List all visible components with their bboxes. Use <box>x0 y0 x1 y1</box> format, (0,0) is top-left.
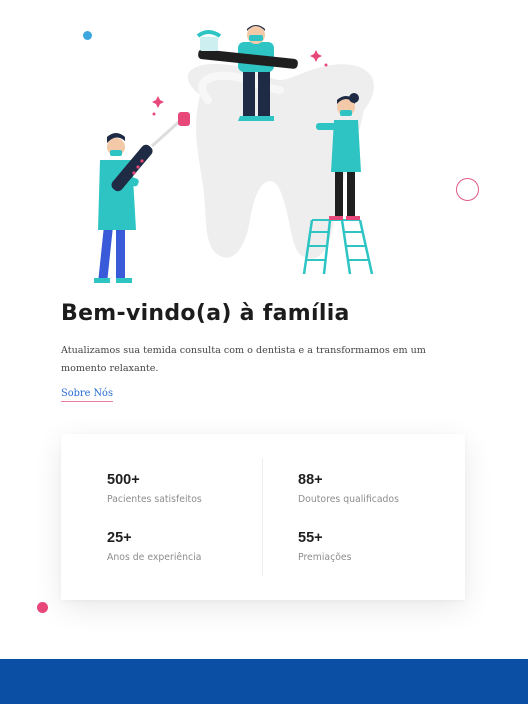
welcome-title: Bem-vindo(a) à família <box>61 301 350 326</box>
stat-label: Premiações <box>298 552 352 563</box>
welcome-description: Atualizamos sua temida consulta com o de… <box>61 345 426 374</box>
dentist-left-figure <box>94 112 190 283</box>
stats-card: 500+ Pacientes satisfeitos 88+ Doutores … <box>61 434 465 600</box>
stat-label: Pacientes satisfeitos <box>107 494 202 505</box>
stat-number: 500+ <box>107 472 140 488</box>
stat-number: 25+ <box>107 530 132 546</box>
about-us-link[interactable]: Sobre Nós <box>61 388 113 402</box>
stat-qualified-doctors: 88+ Doutores qualificados <box>298 472 399 505</box>
stat-label: Anos de experiência <box>107 552 202 563</box>
stat-years-experience: 25+ Anos de experiência <box>107 530 201 563</box>
stat-label: Doutores qualificados <box>298 494 399 505</box>
footer-band <box>0 659 528 704</box>
stat-satisfied-patients: 500+ Pacientes satisfeitos <box>107 472 202 505</box>
dentists-tooth-illustration <box>94 25 374 283</box>
stat-awards: 55+ Premiações <box>298 530 351 563</box>
stats-divider <box>262 458 263 576</box>
stat-number: 55+ <box>298 530 323 546</box>
stat-number: 88+ <box>298 472 323 488</box>
decorative-pink-dot <box>37 602 48 613</box>
